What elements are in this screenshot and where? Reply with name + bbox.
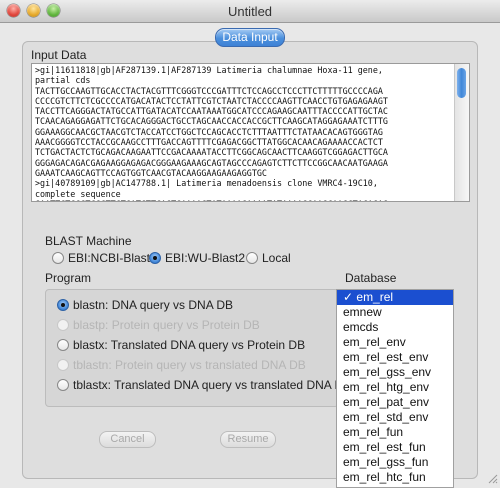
database-item-label: em_rel_fun bbox=[343, 425, 404, 439]
database-item[interactable]: em_rel_pat_env bbox=[337, 395, 453, 410]
radio-indicator[interactable] bbox=[57, 299, 69, 311]
database-item[interactable]: em_rel_htc_fun bbox=[337, 470, 453, 485]
sequence-line: TCAACAGAGGAGATTCTGCACAGGGACTGCCTAGCAACCA… bbox=[35, 116, 388, 127]
database-item[interactable]: em_rel_gss_fun bbox=[337, 455, 453, 470]
radio-label: Local bbox=[262, 251, 291, 265]
radio-blastx[interactable]: blastx: Translated DNA query vs Protein … bbox=[57, 338, 305, 352]
resume-button[interactable]: Resume bbox=[220, 431, 276, 448]
database-item[interactable]: em_rel_est_fun bbox=[337, 440, 453, 455]
database-item[interactable]: emnew bbox=[337, 305, 453, 320]
database-item-label: em_rel_std_env bbox=[343, 410, 429, 424]
database-item-label: em_rel bbox=[356, 290, 394, 304]
blast-machine-label: BLAST Machine bbox=[45, 234, 132, 248]
database-item-label: em_rel_pat_env bbox=[343, 395, 430, 409]
sequence-line: TACTTGCCAAGTTGCACCTACTACGTTTCGGGTCCCGATT… bbox=[35, 85, 383, 96]
window-title: Untitled bbox=[227, 4, 273, 19]
sequence-line: >gi|40789109|gb|AC147788.1| Latimeria me… bbox=[35, 178, 378, 189]
database-item-label: em_rel_htg_env bbox=[343, 380, 430, 394]
database-item[interactable]: em_rel_est_env bbox=[337, 350, 453, 365]
radio-label: blastx: Translated DNA query vs Protein … bbox=[73, 338, 306, 352]
resize-grip-icon[interactable] bbox=[486, 472, 498, 484]
radio-ebi-ncbi-blast[interactable]: EBI:NCBI-Blast bbox=[52, 251, 150, 265]
database-item[interactable]: em_rel_fun bbox=[337, 425, 453, 440]
sequence-line: TACCTTCAGGGACTATGCCATTGATACATCCAATAAATGG… bbox=[35, 106, 388, 117]
database-item[interactable]: emcds bbox=[337, 320, 453, 335]
database-item-label: em_rel_gss_env bbox=[343, 365, 432, 379]
tab-data-input[interactable]: Data Input bbox=[215, 28, 285, 47]
radio-local[interactable]: Local bbox=[246, 251, 291, 265]
radio-indicator bbox=[57, 359, 69, 371]
database-item-label: emcds bbox=[343, 320, 379, 334]
input-data-label: Input Data bbox=[31, 48, 87, 62]
database-label: Database bbox=[345, 271, 397, 285]
radio-ebi-wu-blast2[interactable]: EBI:WU-Blast2 bbox=[149, 251, 245, 265]
radio-indicator[interactable] bbox=[149, 252, 161, 264]
radio-label: EBI:WU-Blast2 bbox=[165, 251, 246, 265]
radio-indicator[interactable] bbox=[246, 252, 258, 264]
cancel-button[interactable]: Cancel bbox=[99, 431, 156, 448]
database-item-label: em_rel_env bbox=[343, 335, 406, 349]
database-item-label: em_rel_est_fun bbox=[343, 440, 426, 454]
radio-label: blastn: DNA query vs DNA DB bbox=[73, 298, 234, 312]
radio-label: tblastx: Translated DNA query vs transla… bbox=[73, 378, 352, 392]
sequence-line: complete sequence bbox=[35, 188, 121, 199]
vertical-scrollbar[interactable] bbox=[454, 64, 469, 201]
sequence-line: AAACGGGGTCCTACCGCAAGCCTTTGACCAGTTTTCGAGA… bbox=[35, 137, 383, 148]
sequence-line: TCTGACTACTCTGCAGACAAGAATTCCGACAAAATACCTT… bbox=[35, 147, 388, 158]
database-item-label: em_rel_htc_fun bbox=[343, 470, 426, 484]
sequence-line: GAATTCTCGGTCGCTTCTGATCTTCAGTGAAAACTATAAA… bbox=[35, 199, 453, 201]
sequence-line: CCCCGTCTTCTCGCCCCATGACATACTCCTATTCGTCTAA… bbox=[35, 95, 388, 106]
sequence-line: GGAAAGGCAACGCTAACGTCTACCATCCTGGCTCCAGCAC… bbox=[35, 126, 383, 137]
sequence-line: partial cds bbox=[35, 75, 91, 86]
sequence-line: GAAATCAAGCAGTTCCAGTGGTCAACGTACAAGGAAGAAG… bbox=[35, 167, 267, 178]
checkmark-icon: ✓ bbox=[343, 290, 357, 304]
radio-indicator[interactable] bbox=[52, 252, 64, 264]
scrollbar-thumb[interactable] bbox=[457, 68, 466, 98]
input-data-textarea[interactable]: >gi|11611818|gb|AF287139.1|AF287139 Lati… bbox=[31, 63, 470, 202]
radio-blastp: blastp: Protein query vs Protein DB bbox=[57, 318, 260, 332]
sequence-text[interactable]: >gi|11611818|gb|AF287139.1|AF287139 Lati… bbox=[35, 65, 453, 201]
radio-indicator bbox=[57, 319, 69, 331]
database-list[interactable]: ✓ em_rel emnew emcds em_rel_env em_rel_est_e… bbox=[336, 289, 454, 488]
sequence-line: >gi|11611818|gb|AF287139.1|AF287139 Lati… bbox=[35, 65, 383, 75]
database-item[interactable]: em_rel_gss_env bbox=[337, 365, 453, 380]
radio-tblastn: tblastn: Protein query vs translated DNA… bbox=[57, 358, 306, 372]
database-item-label: em_rel_gss_fun bbox=[343, 455, 429, 469]
sequence-line: GGGAGACAGACGAGAAGGAGAGACGGGAAGAAAGCAGTAG… bbox=[35, 157, 388, 168]
radio-blastn[interactable]: blastn: DNA query vs DNA DB bbox=[57, 298, 233, 312]
database-item[interactable]: em_rel_htg_env bbox=[337, 380, 453, 395]
radio-label: EBI:NCBI-Blast bbox=[68, 251, 151, 265]
database-item-label: emnew bbox=[343, 305, 382, 319]
radio-label: blastp: Protein query vs Protein DB bbox=[73, 318, 260, 332]
radio-indicator[interactable] bbox=[57, 339, 69, 351]
database-item[interactable]: em_rel_env bbox=[337, 335, 453, 350]
database-item-label: em_rel_est_env bbox=[343, 350, 429, 364]
database-item[interactable]: em_rel_std_env bbox=[337, 410, 453, 425]
database-item[interactable]: ✓ em_rel bbox=[337, 290, 453, 305]
radio-label: tblastn: Protein query vs translated DNA… bbox=[73, 358, 306, 372]
radio-tblastx[interactable]: tblastx: Translated DNA query vs transla… bbox=[57, 378, 351, 392]
radio-indicator[interactable] bbox=[57, 379, 69, 391]
program-label: Program bbox=[45, 271, 92, 285]
title-bar[interactable]: Untitled bbox=[0, 0, 500, 23]
